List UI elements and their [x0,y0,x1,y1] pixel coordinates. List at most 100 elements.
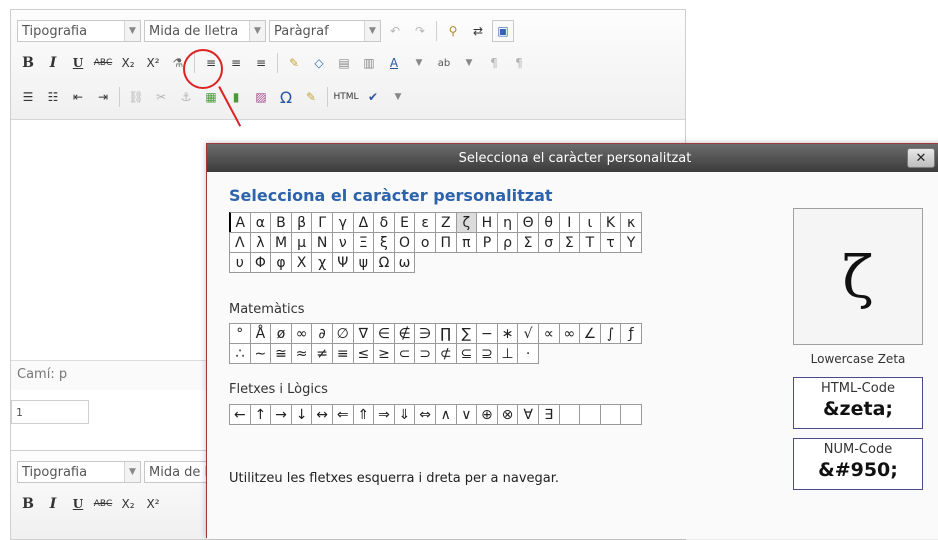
ltr-icon[interactable]: ¶ [483,52,505,74]
char-cell[interactable]: υ [229,252,251,273]
char-cell[interactable] [579,404,601,425]
char-cell[interactable]: Σ [517,232,539,253]
strikethrough-button[interactable]: ABC [92,493,114,515]
char-cell[interactable]: ° [229,323,251,344]
rtl-icon[interactable]: ¶ [508,52,530,74]
char-cell[interactable]: Μ [270,232,292,253]
char-cell[interactable]: Ν [311,232,333,253]
char-cell[interactable]: ↓ [290,404,313,425]
paste-word-icon[interactable]: ▥ [358,52,380,74]
char-cell[interactable]: φ [270,252,292,273]
char-cell[interactable]: Τ [579,232,601,253]
align-right-icon[interactable]: ≡ [250,52,272,74]
char-cell[interactable]: ← [229,404,251,425]
char-cell[interactable]: ≡ [331,343,354,364]
paste-text-icon[interactable]: ▤ [333,52,355,74]
char-cell[interactable]: Χ [290,252,313,273]
char-cell[interactable]: α [249,212,272,233]
align-center-icon[interactable]: ≡ [225,52,247,74]
strikethrough-button[interactable]: ABC [92,52,114,74]
char-cell[interactable]: Ρ [476,232,498,253]
font-family-select[interactable]: Tipografia ▼ [17,461,141,483]
char-cell[interactable]: ⇐ [331,404,354,425]
char-cell[interactable]: ∈ [373,323,395,344]
char-cell[interactable]: Π [434,232,457,253]
redo-icon[interactable]: ↷ [409,20,431,42]
char-cell[interactable]: − [476,323,498,344]
char-cell[interactable]: ∼ [249,343,272,364]
superscript-button[interactable]: X² [142,493,164,515]
char-cell[interactable]: ⇓ [393,404,416,425]
char-cell[interactable]: ∞ [290,323,313,344]
char-cell[interactable]: ψ [352,252,375,273]
char-cell[interactable]: ⇔ [414,404,436,425]
char-cell[interactable]: ι [579,212,601,233]
number-field[interactable]: 1 [11,400,89,424]
char-cell[interactable]: ζ [455,212,478,233]
subscript-button[interactable]: X₂ [117,493,139,515]
char-cell[interactable]: Η [476,212,498,233]
chevron-down-icon[interactable]: ▼ [408,52,430,74]
char-cell[interactable]: Υ [620,232,642,253]
char-cell[interactable]: ∋ [414,323,436,344]
char-cell[interactable]: ⇒ [373,404,395,425]
char-cell[interactable]: ↑ [249,404,272,425]
char-cell[interactable]: ∧ [434,404,457,425]
char-cell[interactable]: ≅ [270,343,292,364]
unlink-icon[interactable]: ✂ [150,86,172,108]
char-cell[interactable]: Θ [517,212,539,233]
char-cell[interactable]: Ε [393,212,416,233]
underline-button[interactable]: U [67,493,89,515]
char-cell[interactable]: ⊕ [476,404,498,425]
dialog-titlebar[interactable]: Selecciona el caràcter personalitzat ✕ [207,144,938,172]
char-cell[interactable]: ∀ [517,404,539,425]
close-button[interactable]: ✕ [907,148,935,168]
char-cell[interactable]: ⊥ [496,343,519,364]
char-cell[interactable]: ∂ [311,323,333,344]
chevron-down-icon[interactable]: ▼ [387,86,409,108]
char-cell[interactable]: Ζ [434,212,457,233]
char-cell[interactable]: ≈ [290,343,313,364]
numbered-list-icon[interactable]: ☷ [42,86,64,108]
clean-format-icon[interactable]: ✎ [283,52,305,74]
char-cell[interactable]: ≥ [373,343,395,364]
template-icon[interactable]: ▨ [250,86,272,108]
char-cell[interactable]: ƒ [620,323,642,344]
char-cell[interactable]: χ [311,252,333,273]
char-cell[interactable]: Κ [599,212,622,233]
char-cell[interactable]: ∠ [579,323,601,344]
anchor-icon[interactable]: ⚓ [175,86,197,108]
char-cell[interactable]: ⊃ [414,343,436,364]
char-cell[interactable]: Δ [352,212,375,233]
char-cell[interactable]: ε [414,212,436,233]
char-cell[interactable]: Σ [558,232,581,253]
char-cell[interactable]: Ι [558,212,581,233]
char-cell[interactable]: ∅ [331,323,354,344]
char-cell[interactable]: ⊇ [476,343,498,364]
char-cell[interactable]: ≤ [352,343,375,364]
char-cell[interactable]: Ω [373,252,395,273]
italic-button[interactable]: I [42,52,64,74]
char-cell[interactable]: δ [373,212,395,233]
char-cell[interactable]: Ψ [331,252,354,273]
char-cell[interactable]: ∴ [229,343,251,364]
eraser-icon[interactable]: ◇ [308,52,330,74]
char-cell[interactable]: ∉ [393,323,416,344]
char-cell[interactable]: ⊗ [496,404,519,425]
char-cell[interactable]: Φ [249,252,272,273]
superscript-button[interactable]: X² [142,52,164,74]
char-cell[interactable]: ∗ [496,323,519,344]
char-cell[interactable]: Β [270,212,292,233]
char-cell[interactable] [620,404,642,425]
font-color-icon[interactable]: A [383,52,405,74]
bold-button[interactable]: B [17,52,39,74]
char-cell[interactable]: π [455,232,478,253]
edit-icon[interactable]: ✎ [300,86,322,108]
bullet-list-icon[interactable]: ☰ [17,86,39,108]
char-cell[interactable]: ξ [373,232,395,253]
char-cell[interactable]: ↔ [311,404,333,425]
char-cell[interactable]: ∝ [537,323,560,344]
char-cell[interactable]: τ [599,232,622,253]
char-cell[interactable]: ∇ [352,323,375,344]
char-cell[interactable]: ≠ [311,343,333,364]
